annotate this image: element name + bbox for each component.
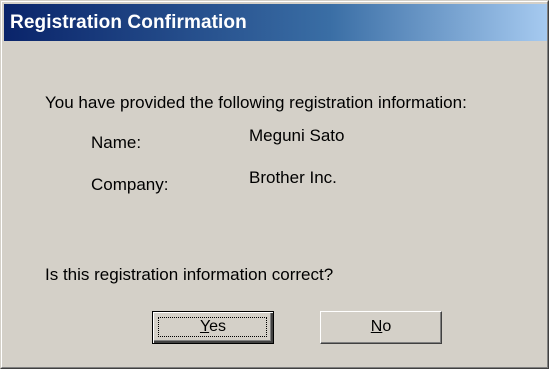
- dialog-frame: Registration Confirmation You have provi…: [1, 1, 548, 368]
- confirmation-question: Is this registration information correct…: [45, 265, 334, 284]
- no-label-rest: o: [382, 318, 392, 335]
- name-label: Name:: [91, 133, 142, 152]
- yes-button-label: Yes: [200, 318, 226, 335]
- title-bar[interactable]: Registration Confirmation: [4, 4, 547, 41]
- name-value: Meguni Sato: [249, 126, 345, 145]
- company-label: Company:: [91, 175, 169, 194]
- no-button-label: No: [371, 318, 391, 335]
- no-mnemonic: N: [370, 318, 383, 335]
- no-button[interactable]: No: [320, 311, 442, 344]
- yes-mnemonic: Y: [199, 318, 210, 335]
- company-value: Brother Inc.: [249, 168, 337, 187]
- intro-text: You have provided the following registra…: [45, 93, 467, 112]
- registration-confirmation-dialog: Registration Confirmation You have provi…: [0, 0, 549, 369]
- yes-button[interactable]: Yes: [152, 311, 274, 344]
- yes-label-rest: es: [209, 318, 227, 335]
- window-title: Registration Confirmation: [10, 12, 247, 33]
